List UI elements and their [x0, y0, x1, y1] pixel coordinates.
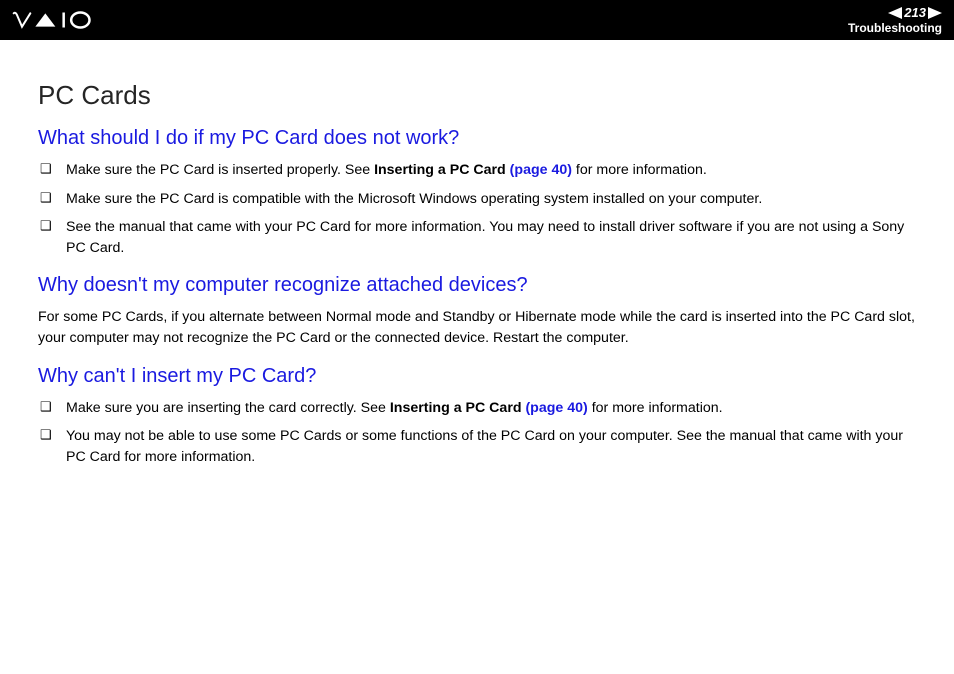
question-heading-2: Why doesn't my computer recognize attach… [38, 274, 916, 297]
list-item: You may not be able to use some PC Cards… [38, 426, 916, 467]
question-heading-3: Why can't I insert my PC Card? [38, 365, 916, 388]
text: Make sure the PC Card is inserted proper… [66, 162, 374, 178]
bold-text: Inserting a PC Card [374, 162, 510, 178]
bold-text: Inserting a PC Card [390, 400, 526, 416]
page-number: 213 [902, 5, 928, 20]
text: Make sure you are inserting the card cor… [66, 400, 390, 416]
page-title: PC Cards [38, 80, 916, 111]
list-item: Make sure the PC Card is compatible with… [38, 189, 916, 210]
answer-list-3: Make sure you are inserting the card cor… [38, 398, 916, 468]
header-right: 213 Troubleshooting [848, 5, 942, 35]
page-content: PC Cards What should I do if my PC Card … [0, 40, 954, 495]
answer-paragraph: For some PC Cards, if you alternate betw… [38, 307, 916, 348]
page-header: 213 Troubleshooting [0, 0, 954, 40]
next-page-arrow-icon[interactable] [928, 7, 942, 19]
text: for more information. [572, 162, 707, 178]
vaio-logo [12, 10, 112, 30]
section-label: Troubleshooting [848, 21, 942, 35]
list-item: See the manual that came with your PC Ca… [38, 217, 916, 258]
page-link[interactable]: (page 40) [510, 162, 572, 178]
prev-page-arrow-icon[interactable] [888, 7, 902, 19]
page-nav: 213 [888, 5, 942, 20]
page-link[interactable]: (page 40) [525, 400, 587, 416]
list-item: Make sure the PC Card is inserted proper… [38, 160, 916, 181]
list-item: Make sure you are inserting the card cor… [38, 398, 916, 419]
text: for more information. [588, 400, 723, 416]
question-heading-1: What should I do if my PC Card does not … [38, 127, 916, 150]
answer-list-1: Make sure the PC Card is inserted proper… [38, 160, 916, 258]
